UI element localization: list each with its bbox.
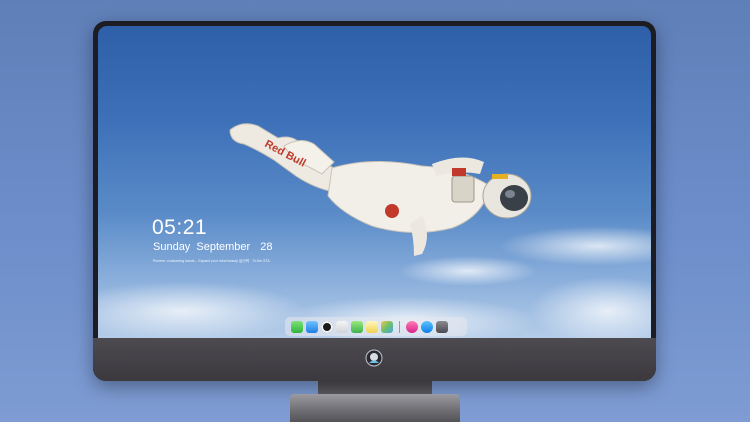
lockscreen-date: Sunday September 28 — [153, 241, 276, 253]
date-day: 28 — [260, 241, 273, 253]
video-icon[interactable] — [351, 320, 363, 333]
date-weekday: Sunday — [153, 241, 191, 253]
messages-icon[interactable] — [291, 320, 303, 333]
safari-icon[interactable] — [321, 320, 333, 333]
monitor-chin — [93, 338, 656, 381]
finder-icon[interactable] — [306, 320, 318, 333]
monitor: Red Bull 05:21 Sunday September 28 Pione… — [93, 21, 656, 381]
notepad-icon[interactable] — [366, 320, 378, 333]
lockscreen-quote: Pioneer: consuming hands... Expand your … — [153, 259, 270, 263]
lockscreen-clock: 05:21 — [152, 216, 208, 239]
appstore-icon[interactable] — [421, 320, 433, 333]
monitor-stand — [290, 394, 460, 422]
music-icon[interactable] — [406, 320, 418, 333]
desktop-screen: Red Bull 05:21 Sunday September 28 Pione… — [98, 26, 651, 338]
notes-icon[interactable] — [336, 320, 348, 333]
date-month: September — [196, 241, 251, 253]
brand-logo-icon — [365, 349, 383, 367]
dock — [285, 317, 467, 336]
dock-separator — [399, 320, 400, 333]
camera-icon[interactable] — [436, 320, 448, 333]
photos-icon[interactable] — [381, 320, 393, 333]
